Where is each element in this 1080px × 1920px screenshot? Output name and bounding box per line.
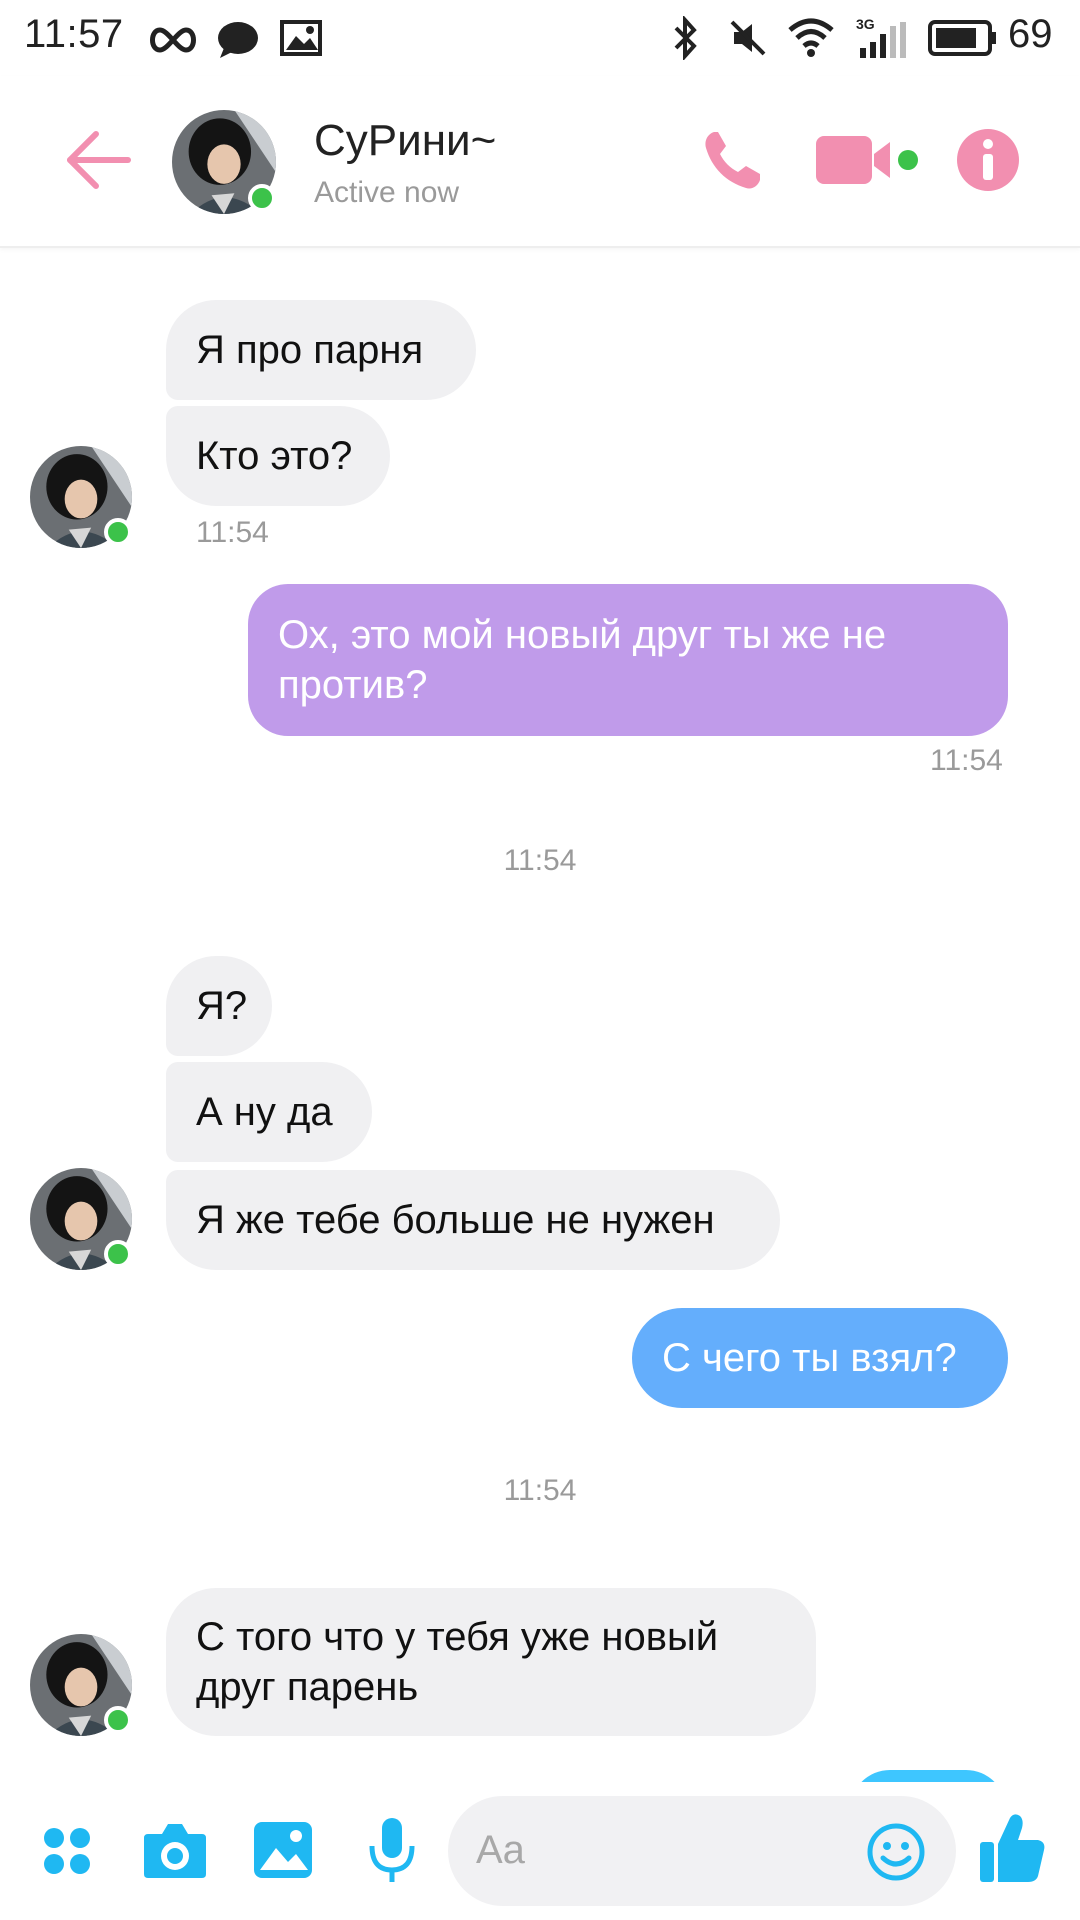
time-divider: 11:54: [503, 844, 577, 877]
message-text: Ох, это мой новый друг ты же не против?: [278, 613, 887, 707]
composer-bar: Aa: [0, 1782, 1080, 1920]
message-input-placeholder: Aa: [476, 1828, 525, 1872]
message-text: А ну да: [196, 1090, 333, 1134]
incoming-message[interactable]: С того что у тебя уже новый друг парень: [166, 1588, 816, 1736]
infinity-icon: [150, 27, 196, 53]
outgoing-message[interactable]: Ох, это мой новый друг ты же не против?: [248, 584, 1008, 736]
incoming-message[interactable]: Кто это?: [166, 406, 390, 506]
emoji-icon[interactable]: [866, 1822, 926, 1882]
microphone-icon[interactable]: [368, 1816, 416, 1886]
sender-avatar[interactable]: [30, 1168, 132, 1270]
video-camera-icon[interactable]: [814, 132, 920, 188]
apps-grid-icon[interactable]: [42, 1826, 92, 1876]
active-status: Active now: [314, 176, 460, 209]
message-text: Кто это?: [196, 434, 353, 478]
online-indicator: [248, 184, 276, 212]
message-text: Я про парня: [196, 328, 424, 372]
incoming-message[interactable]: Я?: [166, 956, 272, 1056]
incoming-message[interactable]: А ну да: [166, 1062, 372, 1162]
online-indicator: [104, 1706, 132, 1734]
wifi-icon: [788, 18, 834, 57]
gallery-icon[interactable]: [252, 1820, 314, 1880]
message-input[interactable]: Aa: [448, 1796, 956, 1906]
battery-level: 69: [1008, 12, 1053, 56]
message-text: С того что у тебя уже новый друг парень: [196, 1615, 719, 1709]
chat-bubble-icon: [218, 22, 258, 58]
sender-avatar[interactable]: [30, 1634, 132, 1736]
online-indicator: [104, 1240, 132, 1268]
status-bar: 11:57 3G 69: [0, 0, 1080, 76]
conversation-header: СуРини~ Active now: [0, 76, 1080, 248]
contact-name[interactable]: СуРини~: [314, 116, 496, 166]
outgoing-message[interactable]: С чего ты взял?: [632, 1308, 1008, 1408]
camera-icon[interactable]: [142, 1822, 208, 1880]
incoming-message[interactable]: Я про парня: [166, 300, 476, 400]
signal-icon: [860, 22, 906, 58]
back-arrow-icon[interactable]: [64, 130, 134, 190]
image-icon: [280, 20, 322, 56]
bluetooth-icon: [674, 16, 697, 60]
phone-icon[interactable]: [700, 128, 764, 192]
message-timestamp: 11:54: [196, 516, 269, 549]
time-divider: 11:54: [503, 1474, 577, 1507]
mute-icon: [730, 20, 766, 56]
message-timestamp: 11:54: [930, 744, 1003, 777]
status-time: 11:57: [24, 12, 124, 56]
battery-icon: [928, 20, 996, 56]
thumbs-up-icon[interactable]: [978, 1812, 1046, 1884]
contact-avatar[interactable]: [172, 110, 276, 214]
message-text: С чего ты взял?: [662, 1336, 957, 1380]
info-icon[interactable]: [956, 128, 1020, 192]
sender-avatar[interactable]: [30, 446, 132, 548]
message-text: Я же тебе больше не нужен: [196, 1198, 715, 1242]
message-text: Я?: [196, 984, 248, 1028]
online-indicator: [104, 518, 132, 546]
incoming-message[interactable]: Я же тебе больше не нужен: [166, 1170, 780, 1270]
